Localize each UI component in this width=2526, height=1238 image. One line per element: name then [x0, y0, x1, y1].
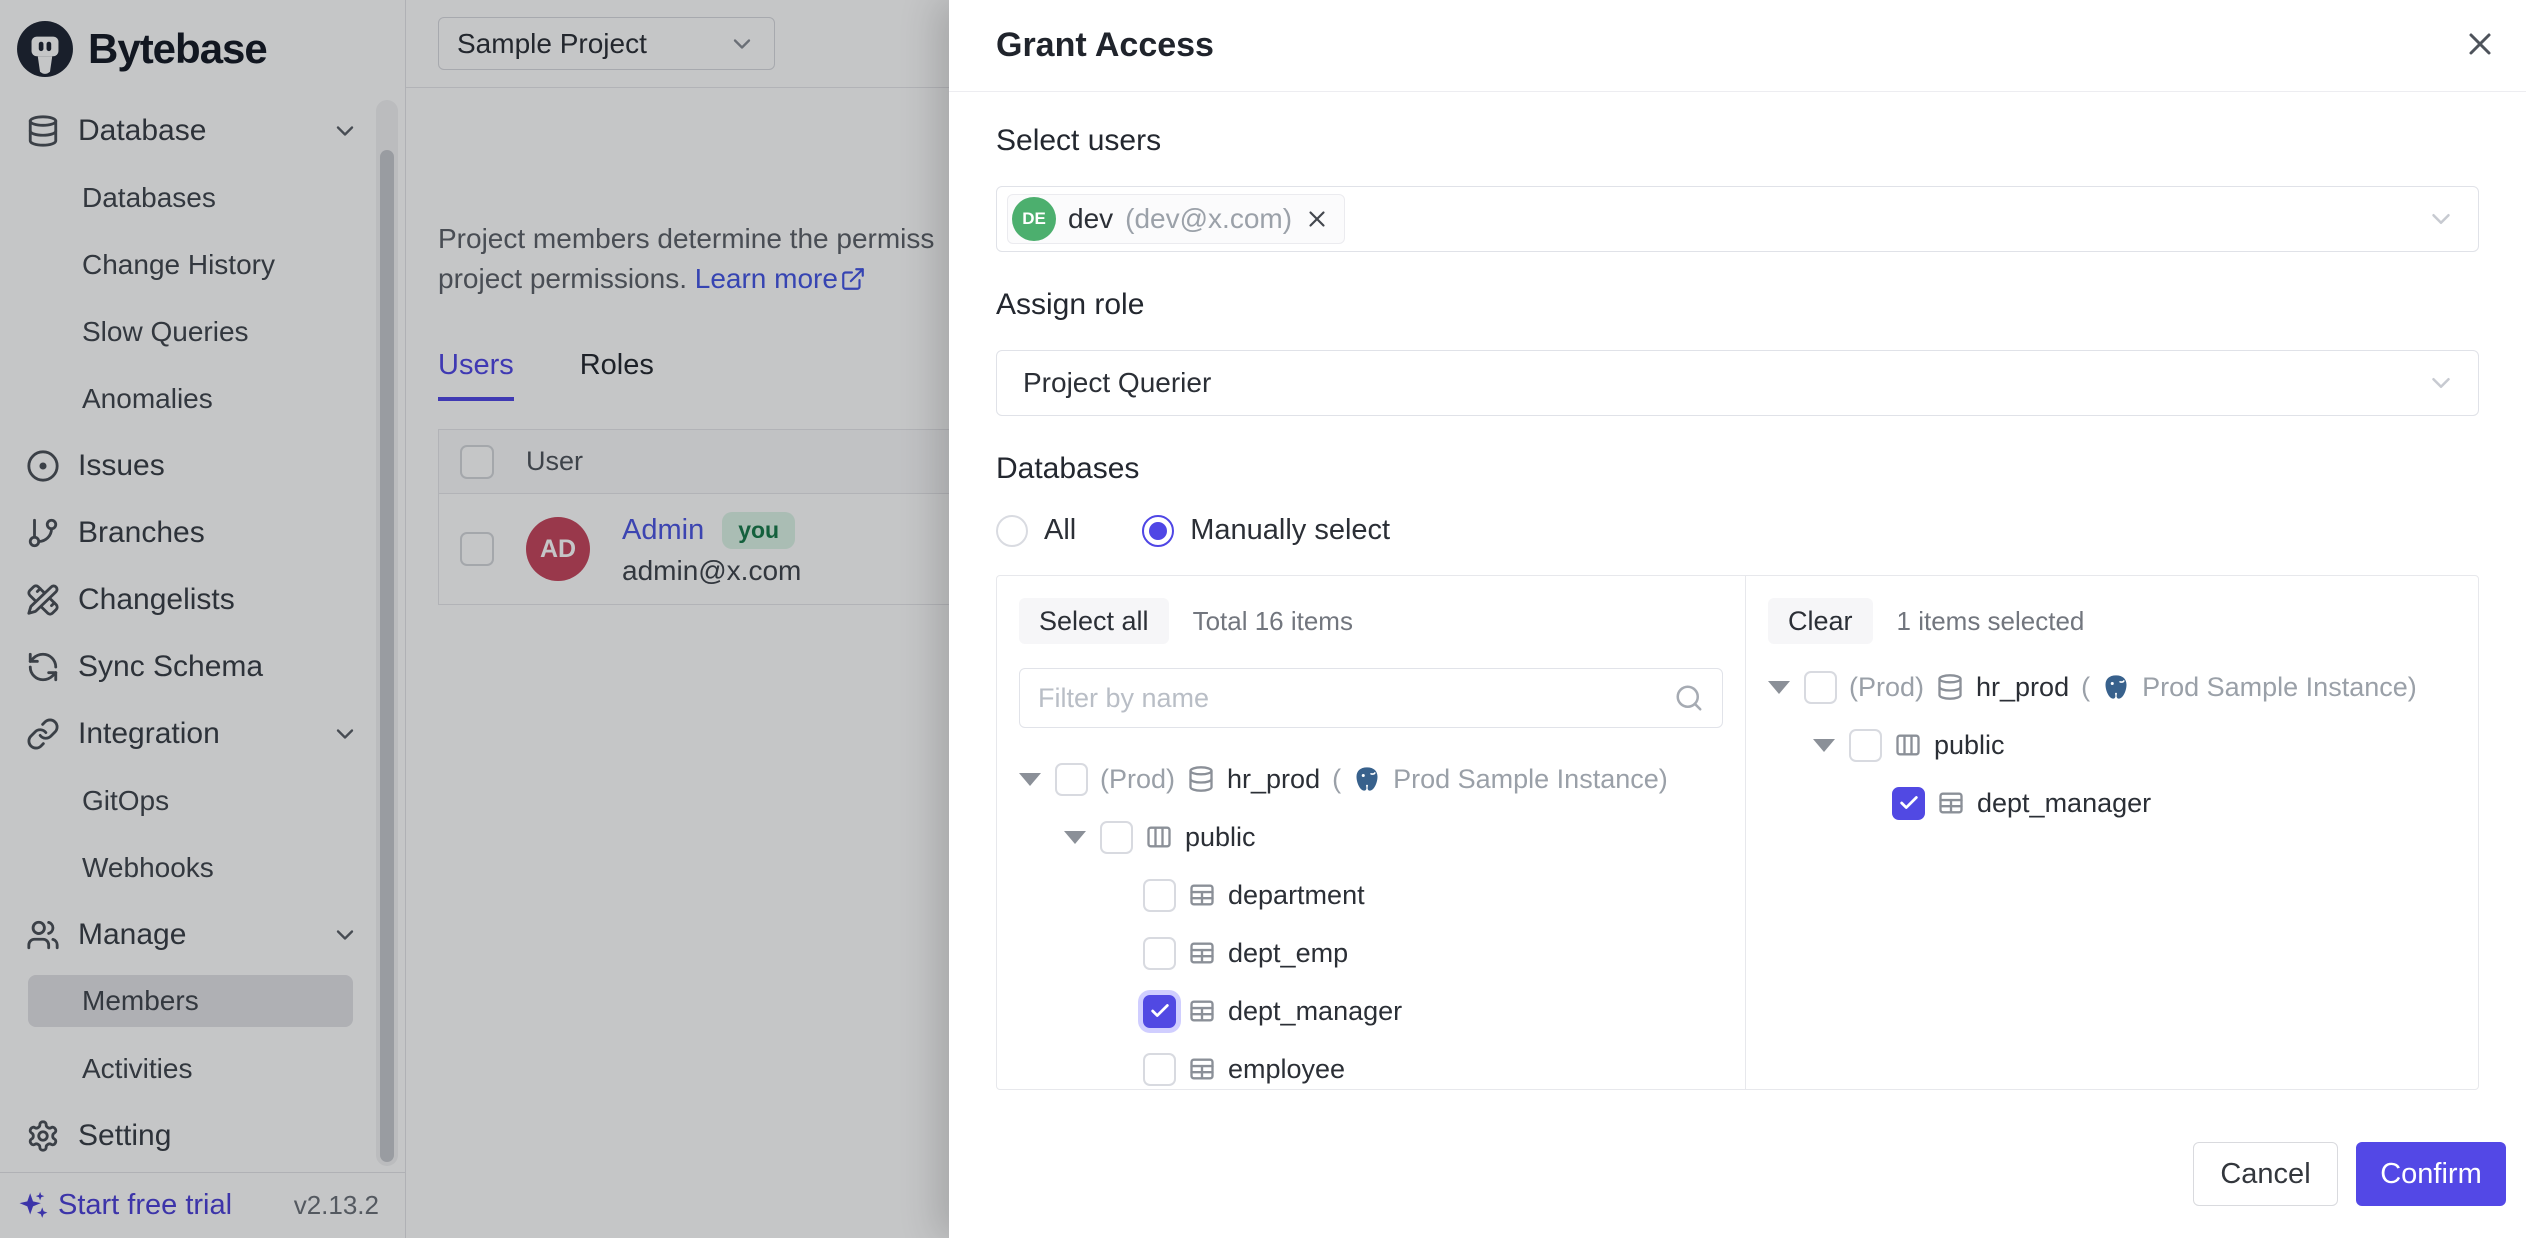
instance-label: Prod Sample Instance): [2142, 672, 2417, 703]
database-name: hr_prod: [1227, 764, 1320, 795]
caret-down-icon[interactable]: [1768, 681, 1790, 694]
checkbox[interactable]: [1100, 821, 1133, 854]
role-select[interactable]: Project Querier: [996, 350, 2479, 416]
search-icon: [1674, 683, 1704, 713]
users-multiselect[interactable]: DE dev (dev@x.com): [996, 186, 2479, 252]
checkbox-checked[interactable]: [1143, 995, 1176, 1028]
table-name: dept_manager: [1228, 996, 1402, 1027]
schema-icon: [1145, 823, 1173, 851]
source-tree: (Prod) hr_prod ( Prod Sample Instance) p…: [1019, 750, 1723, 1089]
radio-button[interactable]: [996, 515, 1028, 547]
database-transfer-panel: Select all Total 16 items (Prod): [996, 575, 2479, 1090]
caret-down-icon[interactable]: [1813, 739, 1835, 752]
modal-body: Select users DE dev (dev@x.com) Assign r…: [949, 122, 2526, 1090]
table-name: dept_manager: [1977, 788, 2151, 819]
table-icon: [1188, 1055, 1216, 1083]
database-icon: [1187, 765, 1215, 793]
paren: (: [2081, 672, 2090, 703]
cancel-button[interactable]: Cancel: [2193, 1142, 2338, 1206]
avatar: DE: [1012, 197, 1056, 241]
select-users-label: Select users: [996, 122, 2479, 160]
databases-label: Databases: [996, 450, 2479, 488]
postgresql-icon: [1353, 765, 1381, 793]
transfer-source-pane: Select all Total 16 items (Prod): [997, 576, 1746, 1089]
checkbox[interactable]: [1849, 729, 1882, 762]
radio-all[interactable]: All: [996, 514, 1076, 547]
tree-item-table[interactable]: department: [1019, 866, 1723, 924]
tree-item-table[interactable]: employee: [1019, 1040, 1723, 1089]
clear-button[interactable]: Clear: [1768, 598, 1873, 644]
chevron-down-icon: [2426, 368, 2456, 398]
radio-manual-label: Manually select: [1190, 514, 1390, 547]
selected-user-name: dev: [1068, 203, 1113, 235]
remove-tag-icon[interactable]: [1304, 206, 1330, 232]
assign-role-label: Assign role: [996, 286, 2479, 324]
schema-icon: [1894, 731, 1922, 759]
table-name: department: [1228, 880, 1365, 911]
total-items-label: Total 16 items: [1193, 606, 1353, 637]
filter-field: [1019, 668, 1723, 728]
schema-name: public: [1934, 730, 2005, 761]
radio-all-label: All: [1044, 514, 1076, 547]
role-select-value: Project Querier: [1023, 367, 1211, 399]
paren: (: [1332, 764, 1341, 795]
chevron-down-icon: [2426, 204, 2456, 234]
tree-item-database[interactable]: (Prod) hr_prod ( Prod Sample Instance): [1019, 750, 1723, 808]
tree-item-schema[interactable]: public: [1768, 716, 2456, 774]
filter-input[interactable]: [1038, 683, 1674, 714]
selected-user-email: (dev@x.com): [1125, 203, 1292, 235]
checkbox[interactable]: [1143, 937, 1176, 970]
database-icon: [1936, 673, 1964, 701]
screen: Bytebase Database Databases Change Histo…: [0, 0, 2526, 1238]
modal-footer: Cancel Confirm: [949, 1108, 2526, 1238]
modal-title: Grant Access: [996, 26, 1214, 65]
table-name: employee: [1228, 1054, 1345, 1085]
tree-item-table[interactable]: dept_emp: [1019, 924, 1723, 982]
grant-access-modal: Grant Access Select users DE dev (dev@x.…: [949, 0, 2526, 1238]
selected-count-label: 1 items selected: [1897, 606, 2085, 637]
checkbox[interactable]: [1143, 1053, 1176, 1086]
tree-item-table[interactable]: dept_manager: [1019, 982, 1723, 1040]
close-icon: [2462, 26, 2498, 62]
instance-label: Prod Sample Instance): [1393, 764, 1668, 795]
caret-down-icon[interactable]: [1019, 773, 1041, 786]
checkbox[interactable]: [1804, 671, 1837, 704]
selected-user-tag: DE dev (dev@x.com): [1007, 194, 1345, 244]
source-pane-header: Select all Total 16 items: [1019, 598, 1723, 644]
radio-button-selected[interactable]: [1142, 515, 1174, 547]
tree-item-table[interactable]: dept_manager: [1768, 774, 2456, 832]
close-button[interactable]: [2460, 26, 2500, 66]
checkbox[interactable]: [1143, 879, 1176, 912]
confirm-button[interactable]: Confirm: [2356, 1142, 2506, 1206]
table-icon: [1188, 939, 1216, 967]
check-icon: [1149, 1000, 1171, 1022]
checkbox[interactable]: [1055, 763, 1088, 796]
caret-down-icon[interactable]: [1064, 831, 1086, 844]
schema-name: public: [1185, 822, 1256, 853]
table-name: dept_emp: [1228, 938, 1348, 969]
table-icon: [1188, 997, 1216, 1025]
selected-pane-header: Clear 1 items selected: [1768, 598, 2456, 644]
env-label: (Prod): [1100, 764, 1175, 795]
env-label: (Prod): [1849, 672, 1924, 703]
postgresql-icon: [2102, 673, 2130, 701]
radio-manually-select[interactable]: Manually select: [1142, 514, 1390, 547]
tree-item-schema[interactable]: public: [1019, 808, 1723, 866]
select-all-button[interactable]: Select all: [1019, 598, 1169, 644]
database-scope-radios: All Manually select: [996, 514, 2479, 547]
table-icon: [1937, 789, 1965, 817]
modal-header: Grant Access: [949, 0, 2526, 92]
table-icon: [1188, 881, 1216, 909]
checkbox-checked[interactable]: [1892, 787, 1925, 820]
transfer-selected-pane: Clear 1 items selected (Prod) hr_prod (: [1746, 576, 2478, 1089]
tree-item-database[interactable]: (Prod) hr_prod ( Prod Sample Instance): [1768, 658, 2456, 716]
selected-tree: (Prod) hr_prod ( Prod Sample Instance) p…: [1768, 658, 2456, 832]
check-icon: [1898, 792, 1920, 814]
database-name: hr_prod: [1976, 672, 2069, 703]
